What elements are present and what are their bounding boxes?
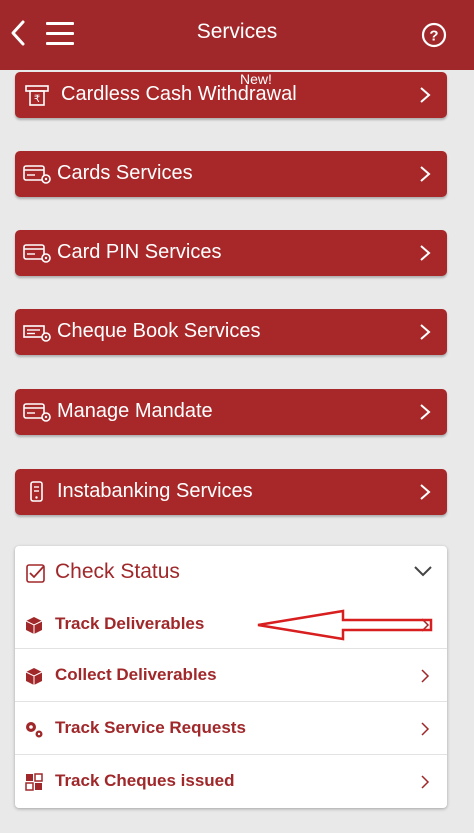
help-icon[interactable]: ? (421, 22, 447, 48)
app-header: Services ? (0, 0, 474, 70)
cheque-gear-icon (23, 325, 51, 342)
rupee-atm-icon: ₹ (25, 85, 49, 106)
menu-item-label: Cheque Book Services (57, 320, 261, 342)
chevron-right-icon (420, 166, 431, 182)
menu-item-cheque-book-services[interactable]: Cheque Book Services (15, 309, 447, 355)
mobile-icon (30, 481, 43, 502)
menu-item-instabanking-services[interactable]: Instabanking Services (15, 469, 447, 515)
chevron-right-icon (420, 324, 431, 340)
status-item-label: Track Cheques issued (55, 771, 235, 790)
svg-text:₹: ₹ (34, 94, 40, 105)
menu-item-label: Cardless Cash Withdrawal (61, 83, 297, 105)
chevron-right-icon (420, 404, 431, 420)
status-item-track-service-requests[interactable]: Track Service Requests (15, 701, 447, 755)
menu-item-label: Card PIN Services (57, 241, 222, 263)
menu-item-card-pin-services[interactable]: Card PIN Services (15, 230, 447, 276)
annotation-arrow-icon (257, 609, 433, 641)
chevron-right-icon (421, 775, 430, 789)
status-item-label: Track Deliverables (55, 614, 205, 633)
status-item-track-cheques-issued[interactable]: Track Cheques issued (15, 754, 447, 808)
svg-text:?: ? (429, 28, 438, 45)
menu-item-label: Manage Mandate (57, 400, 213, 422)
menu-item-label: Cards Services (57, 162, 193, 184)
chevron-right-icon (421, 669, 430, 683)
chevron-right-icon (421, 722, 430, 736)
card-gear-icon (23, 165, 51, 184)
package-icon (25, 668, 43, 685)
chevron-down-icon (414, 566, 432, 577)
page-title: Services (196, 20, 278, 43)
menu-item-label: Instabanking Services (57, 480, 253, 502)
menu-item-manage-mandate[interactable]: Manage Mandate (15, 389, 447, 435)
check-status-panel: Check Status Track Deliverables Collect … (15, 546, 447, 808)
card-gear-icon (23, 244, 51, 263)
menu-item-cardless-cash[interactable]: ₹ New! Cardless Cash Withdrawal (15, 71, 447, 118)
checklist-icon (26, 564, 45, 583)
chevron-right-icon (420, 245, 431, 261)
menu-item-cards-services[interactable]: Cards Services (15, 151, 447, 197)
package-icon (25, 617, 43, 634)
chevron-right-icon (420, 87, 431, 103)
check-status-header[interactable]: Check Status (15, 546, 447, 598)
status-item-label: Collect Deliverables (55, 665, 217, 684)
card-gear-icon (23, 403, 51, 422)
status-item-label: Track Service Requests (55, 718, 246, 737)
cheque-grid-icon (25, 773, 43, 791)
status-item-collect-deliverables[interactable]: Collect Deliverables (15, 648, 447, 702)
check-status-title: Check Status (55, 560, 180, 583)
gears-icon (26, 722, 43, 738)
chevron-right-icon (420, 484, 431, 500)
